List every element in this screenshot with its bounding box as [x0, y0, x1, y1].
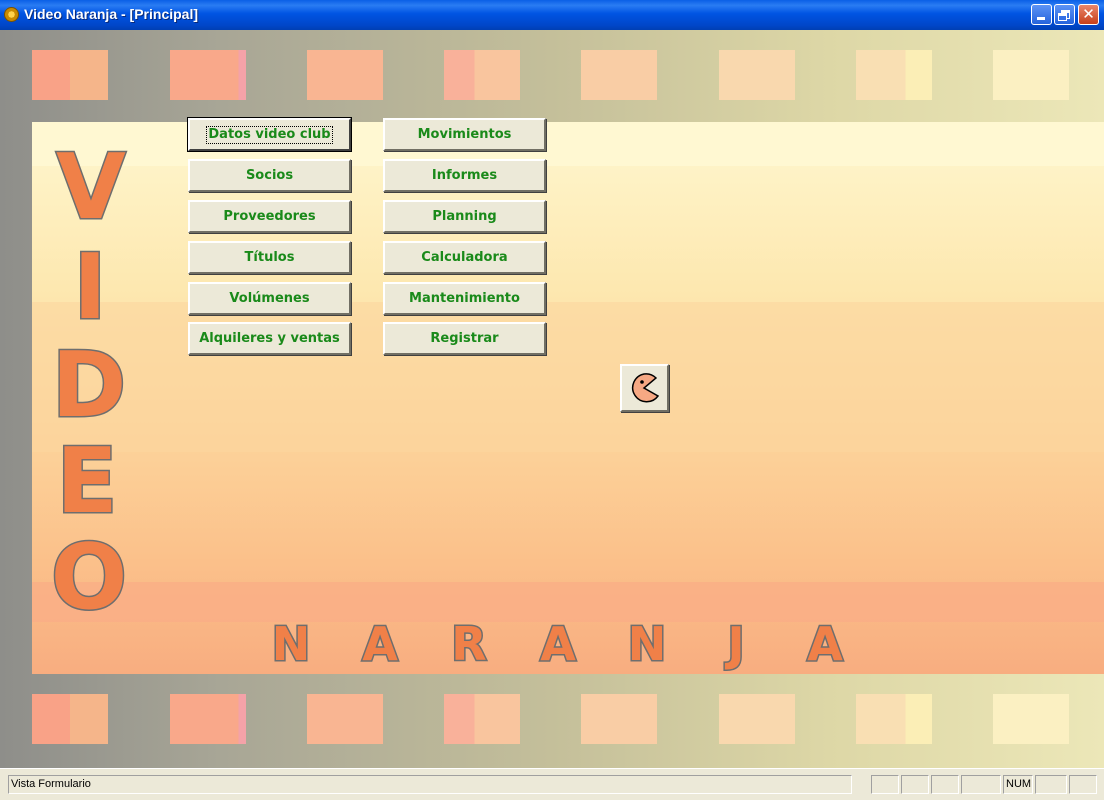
status-pane [1035, 775, 1067, 794]
status-text: Vista Formulario [8, 775, 852, 794]
proveedores-button[interactable]: Proveedores [188, 200, 351, 233]
planning-button[interactable]: Planning [383, 200, 546, 233]
logo-letter: D [50, 333, 128, 438]
pacman-button[interactable] [620, 364, 669, 412]
logo-letter: N [270, 617, 312, 671]
logo-letter: A [539, 617, 578, 671]
status-pane [871, 775, 899, 794]
status-pane [901, 775, 929, 794]
status-pane [1069, 775, 1097, 794]
movimientos-button[interactable]: Movimientos [383, 118, 546, 151]
logo-letter: O [49, 525, 129, 630]
title-bar[interactable]: Video Naranja - [Principal] ✕ [0, 0, 1104, 30]
status-bar: Vista Formulario NUM [0, 768, 1104, 800]
logo-letter: N [626, 617, 668, 671]
minimize-button[interactable] [1031, 4, 1052, 25]
logo-letter: A [361, 617, 400, 671]
logo-letter: V [55, 135, 128, 240]
status-pane [931, 775, 959, 794]
logo-letter: R [450, 617, 488, 671]
informes-button[interactable]: Informes [383, 159, 546, 192]
logo-letter: I [72, 235, 109, 340]
logo-letter: J [726, 617, 746, 671]
calculadora-button[interactable]: Calculadora [383, 241, 546, 274]
socios-button[interactable]: Socios [188, 159, 351, 192]
app-logo-icon[interactable] [4, 7, 19, 22]
alquileres-y-ventas-button[interactable]: Alquileres y ventas [188, 322, 351, 355]
logo-letter: E [55, 429, 119, 534]
close-icon: ✕ [1082, 5, 1095, 23]
registrar-button[interactable]: Registrar [383, 322, 546, 355]
status-pane [961, 775, 1001, 794]
restore-button[interactable] [1054, 4, 1075, 25]
mantenimiento-button[interactable]: Mantenimiento [383, 282, 546, 315]
titulos-button[interactable]: Títulos [188, 241, 351, 274]
minimize-icon [1037, 17, 1045, 20]
close-button[interactable]: ✕ [1078, 4, 1099, 25]
logo-letter: A [806, 617, 845, 671]
volumenes-button[interactable]: Volúmenes [188, 282, 351, 315]
window-title: Video Naranja - [Principal] [24, 6, 199, 22]
datos-video-club-button[interactable]: Datos video club [187, 117, 352, 152]
status-num: NUM [1003, 775, 1033, 794]
main-form: V I D E O N A R A N J A Datos video club… [0, 30, 1104, 768]
pacman-icon [631, 373, 660, 403]
